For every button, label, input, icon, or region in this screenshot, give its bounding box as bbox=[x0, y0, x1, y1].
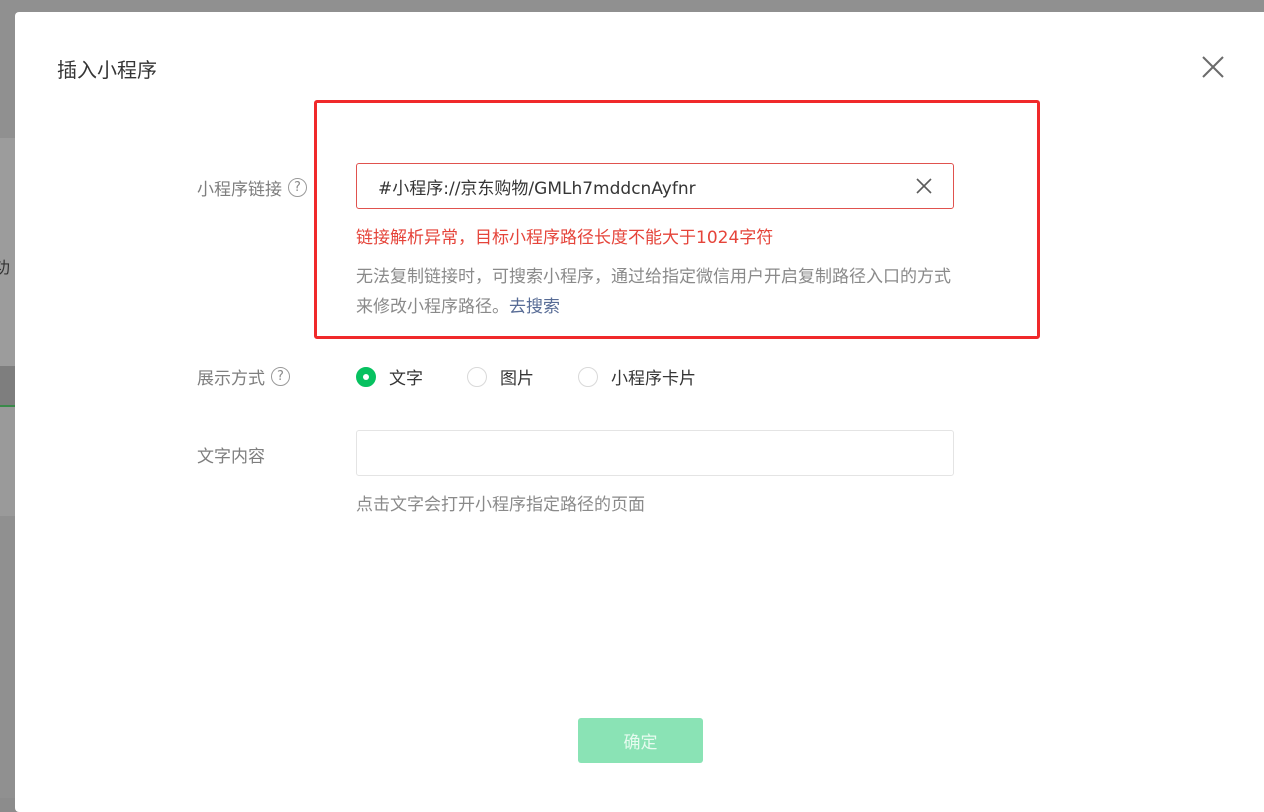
link-hint: 无法复制链接时，可搜索小程序，通过给指定微信用户开启复制路径入口的方式来修改小程… bbox=[356, 262, 956, 322]
text-content-hint: 点击文字会打开小程序指定路径的页面 bbox=[356, 495, 645, 515]
background-partial-text: 功 bbox=[0, 258, 11, 277]
insert-miniprogram-dialog: 插入小程序 小程序链接 ? #小程序://京东购物/GMLh7mddcnAyfn… bbox=[15, 12, 1264, 812]
radio-miniprogram-card[interactable]: 小程序卡片 bbox=[578, 364, 696, 389]
dialog-title: 插入小程序 bbox=[57, 58, 157, 82]
background-panel bbox=[0, 366, 16, 406]
confirm-button[interactable]: 确定 bbox=[578, 718, 703, 763]
radio-unchecked-icon[interactable] bbox=[467, 366, 487, 387]
help-icon[interactable]: ? bbox=[288, 178, 307, 197]
radio-label: 图片 bbox=[500, 369, 534, 389]
display-mode-label-text: 展示方式 bbox=[197, 369, 265, 389]
text-content-label: 文字内容 bbox=[197, 442, 265, 467]
radio-checked-icon[interactable] bbox=[356, 366, 376, 387]
text-content-label-text: 文字内容 bbox=[197, 447, 265, 467]
background-panel bbox=[0, 406, 16, 516]
text-content-input[interactable] bbox=[356, 430, 954, 476]
link-error-message: 链接解析异常，目标小程序路径长度不能大于1024字符 bbox=[356, 228, 774, 248]
radio-text[interactable]: 文字 bbox=[356, 364, 423, 389]
clear-input-icon[interactable] bbox=[915, 177, 933, 195]
display-mode-radio-group: 文字 图片 小程序卡片 bbox=[356, 364, 740, 389]
link-label-text: 小程序链接 bbox=[197, 180, 282, 200]
link-field-label: 小程序链接 ? bbox=[197, 175, 307, 200]
radio-label: 文字 bbox=[389, 369, 423, 389]
background-panel bbox=[0, 138, 16, 366]
link-hint-text: 无法复制链接时，可搜索小程序，通过给指定微信用户开启复制路径入口的方式来修改小程… bbox=[356, 267, 951, 317]
radio-image[interactable]: 图片 bbox=[467, 364, 534, 389]
display-mode-label: 展示方式 ? bbox=[197, 364, 290, 389]
miniprogram-link-input[interactable]: #小程序://京东购物/GMLh7mddcnAyfnr bbox=[356, 163, 954, 209]
close-icon[interactable] bbox=[1200, 54, 1226, 80]
radio-label: 小程序卡片 bbox=[611, 369, 696, 389]
help-icon[interactable]: ? bbox=[271, 367, 290, 386]
background-tab-indicator bbox=[0, 405, 16, 407]
link-input-value[interactable]: #小程序://京东购物/GMLh7mddcnAyfnr bbox=[378, 174, 915, 199]
radio-unchecked-icon[interactable] bbox=[578, 366, 598, 387]
go-search-link[interactable]: 去搜索 bbox=[509, 297, 560, 317]
